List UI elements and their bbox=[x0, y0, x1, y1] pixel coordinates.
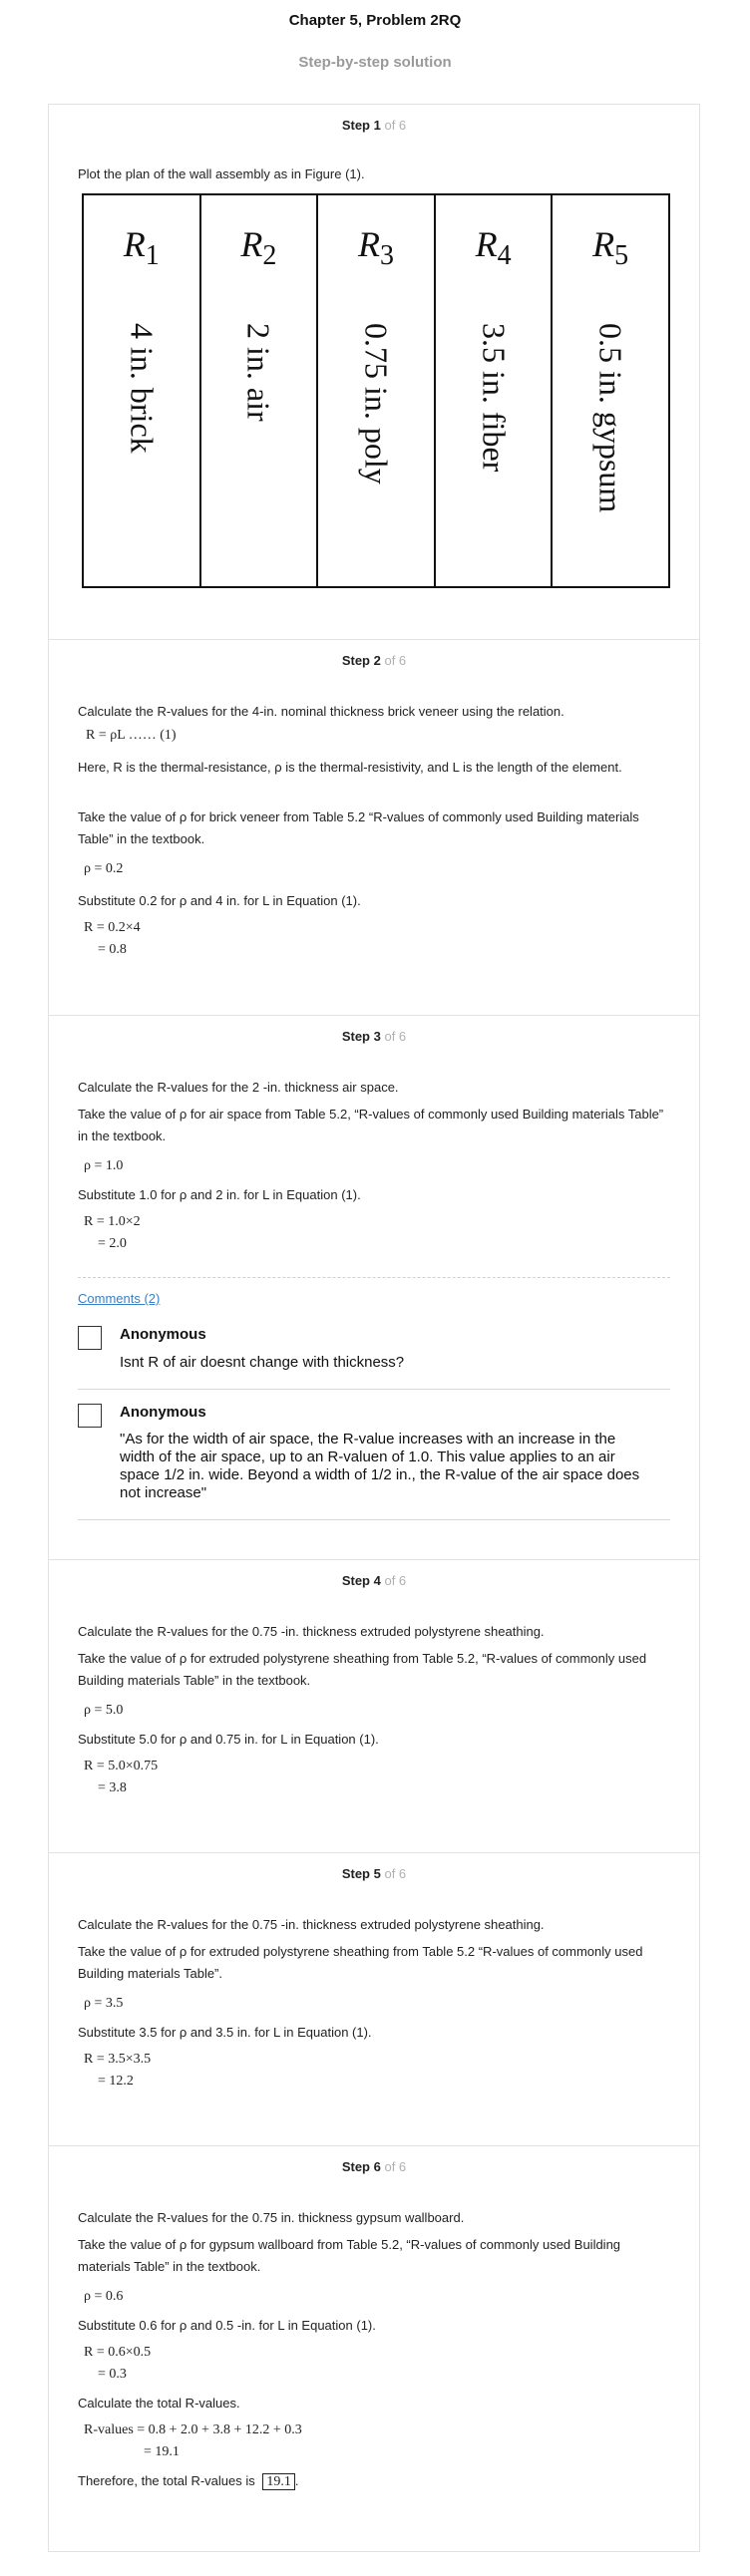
layer-label: 2 in. air bbox=[240, 323, 277, 422]
figure-column: R5 0.5 in. gypsum bbox=[553, 195, 668, 586]
step-2: Step 2 of 6 Calculate the R-values for t… bbox=[48, 639, 700, 1015]
comment-divider bbox=[78, 1519, 670, 1520]
figure-column: R3 0.75 in. poly bbox=[318, 195, 436, 586]
equation: ρ = 0.6 bbox=[84, 2289, 124, 2304]
step-text: Calculate the R-values for the 0.75 in. … bbox=[78, 2210, 465, 2225]
equation: ρ = 1.0 bbox=[84, 1158, 124, 1173]
comment-text: "As for the width of air space, the R-va… bbox=[120, 1431, 640, 1501]
step-label: Step 1 bbox=[341, 118, 381, 133]
conclusion-text: Therefore, the total R-values is bbox=[78, 2473, 255, 2488]
equation: R = 1.0×2 bbox=[84, 1214, 141, 1229]
step-4: Step 4 of 6 Calculate the R-values for t… bbox=[48, 1559, 700, 1852]
step-6-heading: Step 6 of 6 bbox=[48, 2159, 700, 2174]
wall-assembly-figure: R1 4 in. brick R2 2 in. air R3 0.75 in. … bbox=[82, 193, 670, 588]
step-text: Here, R is the thermal-resistance, ρ is … bbox=[78, 760, 622, 775]
step-label: Step 3 bbox=[341, 1029, 381, 1044]
step-2-heading: Step 2 of 6 bbox=[48, 653, 700, 668]
step-text: Substitute 3.5 for ρ and 3.5 in. for L i… bbox=[78, 2025, 372, 2040]
comment-text: Isnt R of air doesnt change with thickne… bbox=[120, 1354, 405, 1371]
step-text: Take the value of ρ for air space from T… bbox=[78, 1107, 664, 1143]
step-text: Take the value of ρ for extruded polysty… bbox=[78, 1944, 643, 1981]
page-title: Chapter 5, Problem 2RQ bbox=[288, 12, 462, 29]
equation: R = 0.2×4 bbox=[84, 920, 141, 935]
step-3-heading: Step 3 of 6 bbox=[48, 1029, 700, 1044]
step-5: Step 5 of 6 Calculate the R-values for t… bbox=[48, 1852, 700, 2145]
step-text: Calculate the R-values for the 0.75 -in.… bbox=[78, 1917, 545, 1932]
comments-divider bbox=[78, 1277, 670, 1278]
step-text: Plot the plan of the wall assembly as in… bbox=[78, 166, 365, 181]
step-label: Step 2 bbox=[341, 653, 381, 668]
comment-divider bbox=[78, 1389, 670, 1390]
step-text: Calculate the R-values for the 4-in. nom… bbox=[78, 704, 564, 719]
equation: R = ρL …… (1) bbox=[86, 728, 177, 743]
equation: = 12.2 bbox=[98, 2074, 134, 2089]
step-text: Take the value of ρ for brick veneer fro… bbox=[78, 809, 639, 846]
step-text: Substitute 1.0 for ρ and 2 in. for L in … bbox=[78, 1187, 361, 1202]
resistance-label: R2 bbox=[240, 224, 277, 272]
step-6: Step 6 of 6 Calculate the R-values for t… bbox=[48, 2145, 700, 2552]
step-count: of 6 bbox=[384, 1573, 407, 1588]
step-count: of 6 bbox=[384, 1866, 407, 1881]
step-text: Substitute 0.6 for ρ and 0.5 -in. for L … bbox=[78, 2318, 376, 2333]
resistance-label: R1 bbox=[123, 224, 160, 272]
equation: ρ = 0.2 bbox=[84, 861, 124, 876]
step-1-heading: Step 1 of 6 bbox=[48, 118, 700, 133]
comment-avatar bbox=[78, 1404, 102, 1428]
comment-author: Anonymous bbox=[120, 1404, 206, 1421]
layer-label: 0.75 in. poly bbox=[358, 323, 395, 484]
step-text: Calculate the total R-values. bbox=[78, 2396, 240, 2411]
equation: = 0.3 bbox=[98, 2367, 127, 2382]
resistance-label: R4 bbox=[475, 224, 512, 272]
comment-avatar bbox=[78, 1326, 102, 1350]
figure-column: R2 2 in. air bbox=[201, 195, 319, 586]
equation: = 3.8 bbox=[98, 1780, 127, 1795]
page-subtitle: Step-by-step solution bbox=[298, 54, 452, 71]
step-count: of 6 bbox=[384, 118, 407, 133]
step-label: Step 6 bbox=[341, 2159, 381, 2174]
step-4-heading: Step 4 of 6 bbox=[48, 1573, 700, 1588]
step-count: of 6 bbox=[384, 653, 407, 668]
comment-author: Anonymous bbox=[120, 1326, 206, 1343]
figure-column: R1 4 in. brick bbox=[84, 195, 201, 586]
equation: R-values = 0.8 + 2.0 + 3.8 + 12.2 + 0.3 bbox=[84, 2422, 302, 2437]
equation: = 19.1 bbox=[144, 2444, 180, 2459]
equation: ρ = 3.5 bbox=[84, 1996, 124, 2011]
step-text: Calculate the R-values for the 0.75 -in.… bbox=[78, 1624, 545, 1639]
step-conclusion: Therefore, the total R-values is 19.1. bbox=[78, 2473, 299, 2490]
step-text: Substitute 0.2 for ρ and 4 in. for L in … bbox=[78, 893, 361, 908]
figure-column: R4 3.5 in. fiber bbox=[436, 195, 554, 586]
equation: R = 0.6×0.5 bbox=[84, 2345, 152, 2360]
step-text: Substitute 5.0 for ρ and 0.75 in. for L … bbox=[78, 1732, 379, 1747]
layer-label: 0.5 in. gypsum bbox=[592, 323, 629, 513]
step-label: Step 4 bbox=[341, 1573, 381, 1588]
equation: R = 3.5×3.5 bbox=[84, 2052, 152, 2067]
step-count: of 6 bbox=[384, 1029, 407, 1044]
equation: ρ = 5.0 bbox=[84, 1703, 124, 1718]
layer-label: 4 in. brick bbox=[124, 323, 161, 454]
resistance-label: R5 bbox=[592, 224, 629, 272]
equation: = 0.8 bbox=[98, 942, 127, 957]
step-count: of 6 bbox=[384, 2159, 407, 2174]
equation: R = 5.0×0.75 bbox=[84, 1759, 159, 1773]
step-label: Step 5 bbox=[341, 1866, 381, 1881]
layer-label: 3.5 in. fiber bbox=[476, 323, 513, 473]
final-answer: 19.1 bbox=[262, 2473, 295, 2490]
step-text: Take the value of ρ for gypsum wallboard… bbox=[78, 2237, 621, 2274]
step-text: Take the value of ρ for extruded polysty… bbox=[78, 1651, 647, 1688]
step-5-heading: Step 5 of 6 bbox=[48, 1866, 700, 1881]
comments-link[interactable]: Comments (2) bbox=[78, 1291, 160, 1306]
resistance-label: R3 bbox=[357, 224, 394, 272]
step-text: Calculate the R-values for the 2 -in. th… bbox=[78, 1080, 399, 1095]
equation: = 2.0 bbox=[98, 1236, 127, 1251]
